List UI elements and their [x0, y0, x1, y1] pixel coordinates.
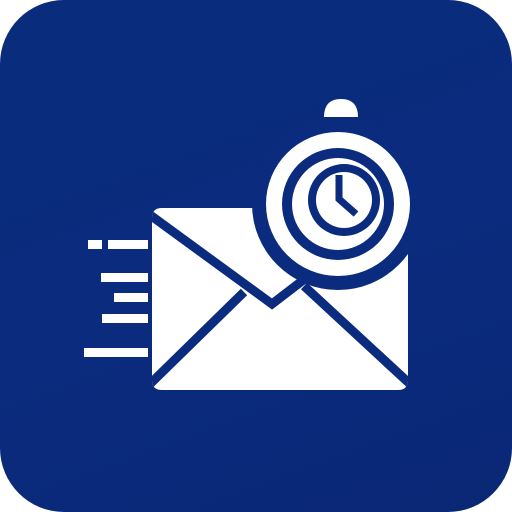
speed-line-3 — [114, 293, 148, 302]
speed-line-1 — [108, 240, 148, 249]
speed-line-4 — [102, 314, 148, 323]
speed-line-5 — [84, 348, 148, 357]
stopwatch-knob — [324, 99, 358, 117]
speed-line-2 — [101, 273, 148, 282]
speed-line-dot — [88, 240, 102, 249]
app-icon[interactable] — [0, 0, 512, 512]
speed-lines-icon — [84, 240, 148, 357]
stopwatch-icon — [252, 99, 424, 290]
email-timer-glyph — [84, 99, 424, 390]
